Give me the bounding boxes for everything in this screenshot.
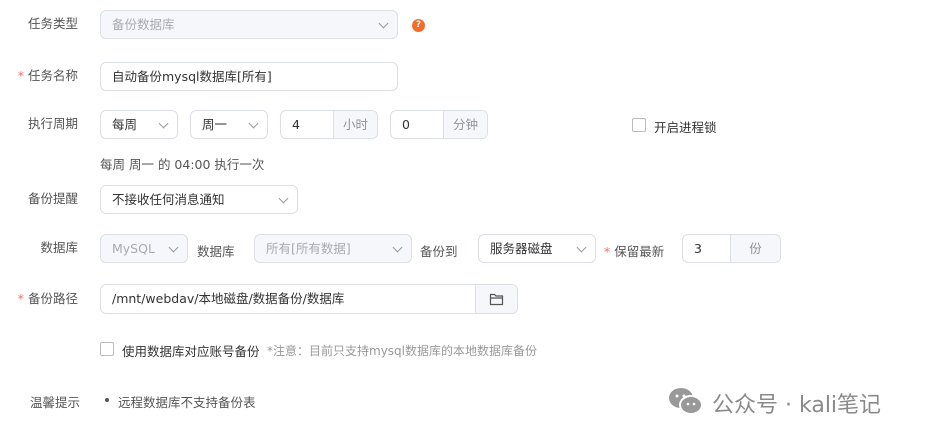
folder-icon (489, 293, 503, 306)
hour-unit: 小时 (333, 111, 377, 138)
notify-select[interactable]: 不接收任何消息通知 (100, 185, 298, 214)
bullet-icon (105, 398, 109, 402)
account-backup-note: *注意：目前只支持mysql数据库的本地数据库备份 (267, 344, 537, 358)
task-type-select[interactable]: 备份数据库 (100, 10, 398, 39)
wechat-icon (669, 388, 703, 415)
db-type-select[interactable]: MySQL (100, 234, 188, 263)
weekday-value: 周一 (202, 117, 228, 132)
task-type-label: 任务类型 (27, 16, 78, 31)
chevron-down-icon (392, 242, 403, 253)
hour-value: 4 (292, 117, 300, 132)
keep-count-input[interactable]: 3份 (682, 234, 781, 263)
db-name-select[interactable]: 所有[所有数据] (254, 234, 412, 263)
backup-target-label: 备份到 (420, 244, 458, 259)
task-name-value: 自动备份mysql数据库[所有] (112, 69, 272, 84)
chevron-down-icon (576, 242, 587, 253)
db-name-value: 所有[所有数据] (266, 241, 351, 256)
hour-input[interactable]: 4 小时 (280, 110, 378, 139)
database-label: 数据库 (40, 240, 78, 255)
keep-count-value: 3 (694, 241, 702, 256)
process-lock-checkbox[interactable] (632, 118, 646, 132)
schedule-label: 执行周期 (27, 116, 78, 131)
keep-unit: 份 (730, 235, 780, 262)
keep-label: * 保留最新 (604, 244, 665, 259)
db-name-label: 数据库 (197, 244, 235, 259)
minute-input[interactable]: 0 分钟 (390, 110, 488, 139)
backup-target-select[interactable]: 服务器磁盘 (478, 234, 596, 263)
process-lock-label: 开启进程锁 (654, 120, 717, 135)
period-select[interactable]: 每周 (100, 110, 178, 139)
task-name-input[interactable]: 自动备份mysql数据库[所有] (100, 62, 398, 91)
schedule-summary: 每周 周一 的 04:00 执行一次 (100, 157, 265, 172)
tips-label: 温馨提示 (30, 395, 81, 410)
path-value: /mnt/webdav/本地磁盘/数据备份/数据库 (112, 291, 345, 306)
task-type-value: 备份数据库 (112, 17, 175, 32)
path-label: * 备份路径 (17, 291, 78, 306)
notify-label: 备份提醒 (27, 191, 78, 206)
account-backup-checkbox[interactable] (100, 342, 114, 356)
period-value: 每周 (112, 117, 138, 132)
chevron-down-icon (378, 18, 389, 29)
minute-unit: 分钟 (443, 111, 487, 138)
browse-folder-button[interactable] (475, 285, 517, 313)
path-input[interactable]: /mnt/webdav/本地磁盘/数据备份/数据库 (100, 284, 518, 314)
account-backup-label: 使用数据库对应账号备份 (122, 344, 260, 359)
chevron-down-icon (158, 118, 169, 129)
chevron-down-icon (168, 242, 179, 253)
weekday-select[interactable]: 周一 (190, 110, 268, 139)
tip-item: 远程数据库不支持备份表 (118, 395, 256, 410)
chevron-down-icon (278, 193, 289, 204)
backup-target-value: 服务器磁盘 (490, 241, 553, 256)
chevron-down-icon (248, 118, 259, 129)
minute-value: 0 (402, 117, 410, 132)
task-name-label: * 任务名称 (17, 68, 78, 83)
db-type-value: MySQL (112, 241, 155, 256)
watermark-text: 公众号 · kali笔记 (712, 393, 882, 418)
help-icon[interactable]: ? (412, 19, 425, 32)
notify-value: 不接收任何消息通知 (112, 192, 225, 207)
